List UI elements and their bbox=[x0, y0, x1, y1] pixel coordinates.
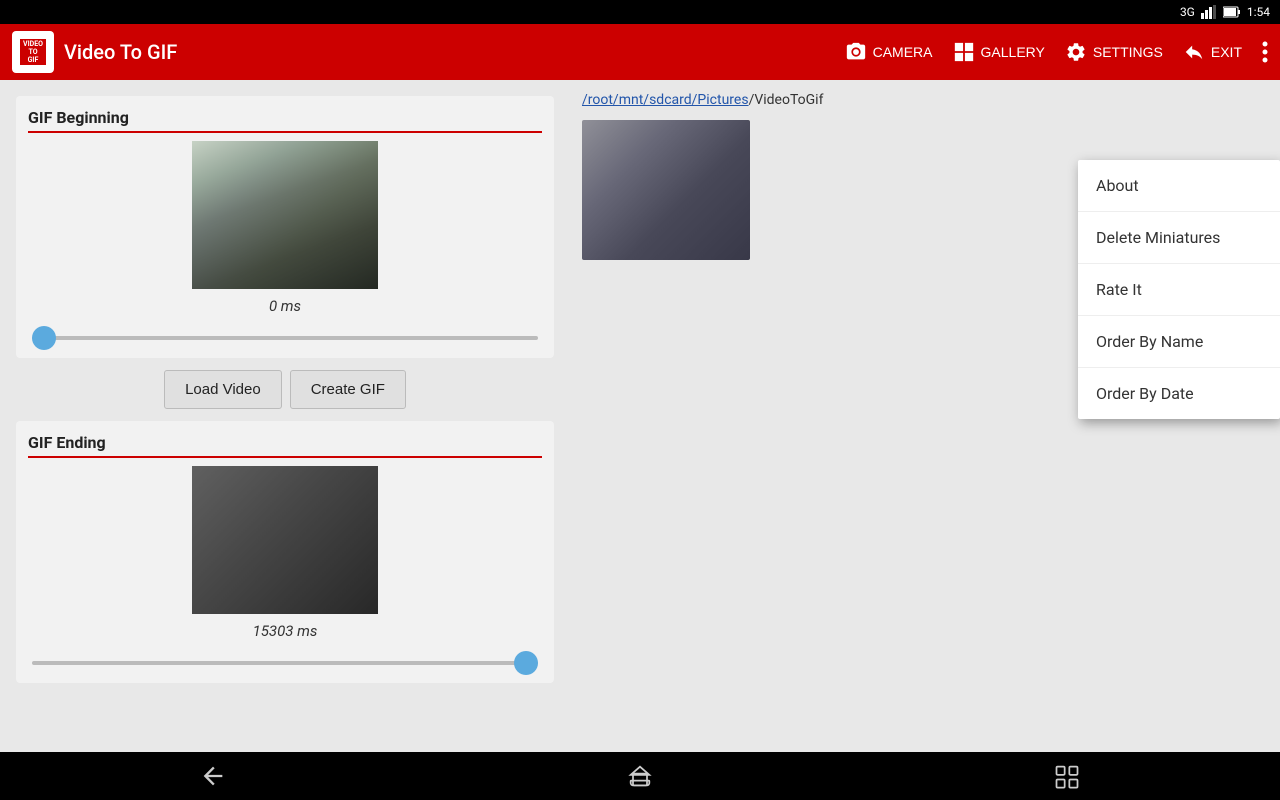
menu-item-delete-miniatures[interactable]: Delete Miniatures bbox=[1078, 212, 1280, 264]
home-button[interactable] bbox=[626, 762, 654, 790]
menu-item-order-by-date[interactable]: Order By Date bbox=[1078, 368, 1280, 419]
action-buttons-row: Load Video Create GIF bbox=[16, 370, 554, 409]
gif-ending-title: GIF Ending bbox=[28, 433, 542, 458]
recents-button[interactable] bbox=[1053, 762, 1081, 790]
gif-beginning-slider[interactable] bbox=[32, 336, 538, 340]
gif-beginning-time: 0 ms bbox=[28, 297, 542, 315]
gif-ending-slider[interactable] bbox=[32, 661, 538, 665]
status-bar: 3G 1:54 bbox=[0, 0, 1280, 24]
gif-beginning-thumb-container bbox=[28, 141, 542, 289]
settings-icon bbox=[1065, 41, 1087, 63]
app-icon: VIDEOTOGIF bbox=[12, 31, 54, 73]
gallery-button[interactable]: GALLERY bbox=[953, 41, 1045, 63]
gif-beginning-section: GIF Beginning 0 ms bbox=[16, 96, 554, 358]
settings-button[interactable]: SETTINGS bbox=[1065, 41, 1163, 63]
gif-beginning-slider-container bbox=[28, 323, 542, 346]
gif-ending-thumbnail bbox=[192, 466, 378, 614]
create-gif-button[interactable]: Create GIF bbox=[290, 370, 406, 409]
breadcrumb-link[interactable]: /root/mnt/sdcard/Pictures bbox=[582, 92, 749, 108]
gif-ending-slider-container bbox=[28, 648, 542, 671]
signal-icon bbox=[1201, 5, 1217, 19]
gif-ending-thumb-container bbox=[28, 466, 542, 614]
menu-item-order-by-name[interactable]: Order By Name bbox=[1078, 316, 1280, 368]
menu-item-rate-it[interactable]: Rate It bbox=[1078, 264, 1280, 316]
menu-item-about[interactable]: About bbox=[1078, 160, 1280, 212]
app-title: Video To GIF bbox=[64, 40, 835, 64]
gif-ending-time: 15303 ms bbox=[28, 622, 542, 640]
dropdown-menu: About Delete Miniatures Rate It Order By… bbox=[1078, 160, 1280, 419]
app-icon-text: VIDEOTOGIF bbox=[20, 39, 46, 65]
load-video-button[interactable]: Load Video bbox=[164, 370, 282, 409]
camera-label: CAMERA bbox=[873, 44, 933, 60]
left-panel: GIF Beginning 0 ms Load Video Create GIF… bbox=[0, 80, 570, 752]
camera-icon bbox=[845, 41, 867, 63]
network-indicator: 3G bbox=[1180, 5, 1195, 19]
back-button[interactable] bbox=[199, 762, 227, 790]
top-bar: VIDEOTOGIF Video To GIF CAMERA GALLERY S… bbox=[0, 24, 1280, 80]
main-content: GIF Beginning 0 ms Load Video Create GIF… bbox=[0, 80, 1280, 752]
gif-ending-section: GIF Ending 15303 ms bbox=[16, 421, 554, 683]
time-display: 1:54 bbox=[1247, 5, 1270, 19]
exit-button[interactable]: EXIT bbox=[1183, 41, 1242, 63]
exit-label: EXIT bbox=[1211, 44, 1242, 60]
settings-label: SETTINGS bbox=[1093, 44, 1163, 60]
recents-icon bbox=[1053, 762, 1081, 790]
gallery-thumb-item[interactable] bbox=[582, 120, 750, 260]
gallery-icon bbox=[953, 41, 975, 63]
exit-icon bbox=[1183, 41, 1205, 63]
overflow-icon bbox=[1262, 41, 1268, 63]
top-bar-actions: CAMERA GALLERY SETTINGS EXIT bbox=[845, 41, 1268, 63]
back-icon bbox=[199, 762, 227, 790]
camera-button[interactable]: CAMERA bbox=[845, 41, 933, 63]
gallery-label: GALLERY bbox=[981, 44, 1045, 60]
overflow-menu-button[interactable] bbox=[1262, 41, 1268, 63]
battery-icon bbox=[1223, 6, 1241, 18]
breadcrumb-current: /VideoToGif bbox=[749, 92, 824, 108]
bottom-nav-bar bbox=[0, 752, 1280, 800]
home-icon bbox=[626, 762, 654, 790]
gif-beginning-title: GIF Beginning bbox=[28, 108, 542, 133]
breadcrumb: /root/mnt/sdcard/Pictures /VideoToGif bbox=[582, 92, 1268, 108]
gif-beginning-thumbnail bbox=[192, 141, 378, 289]
